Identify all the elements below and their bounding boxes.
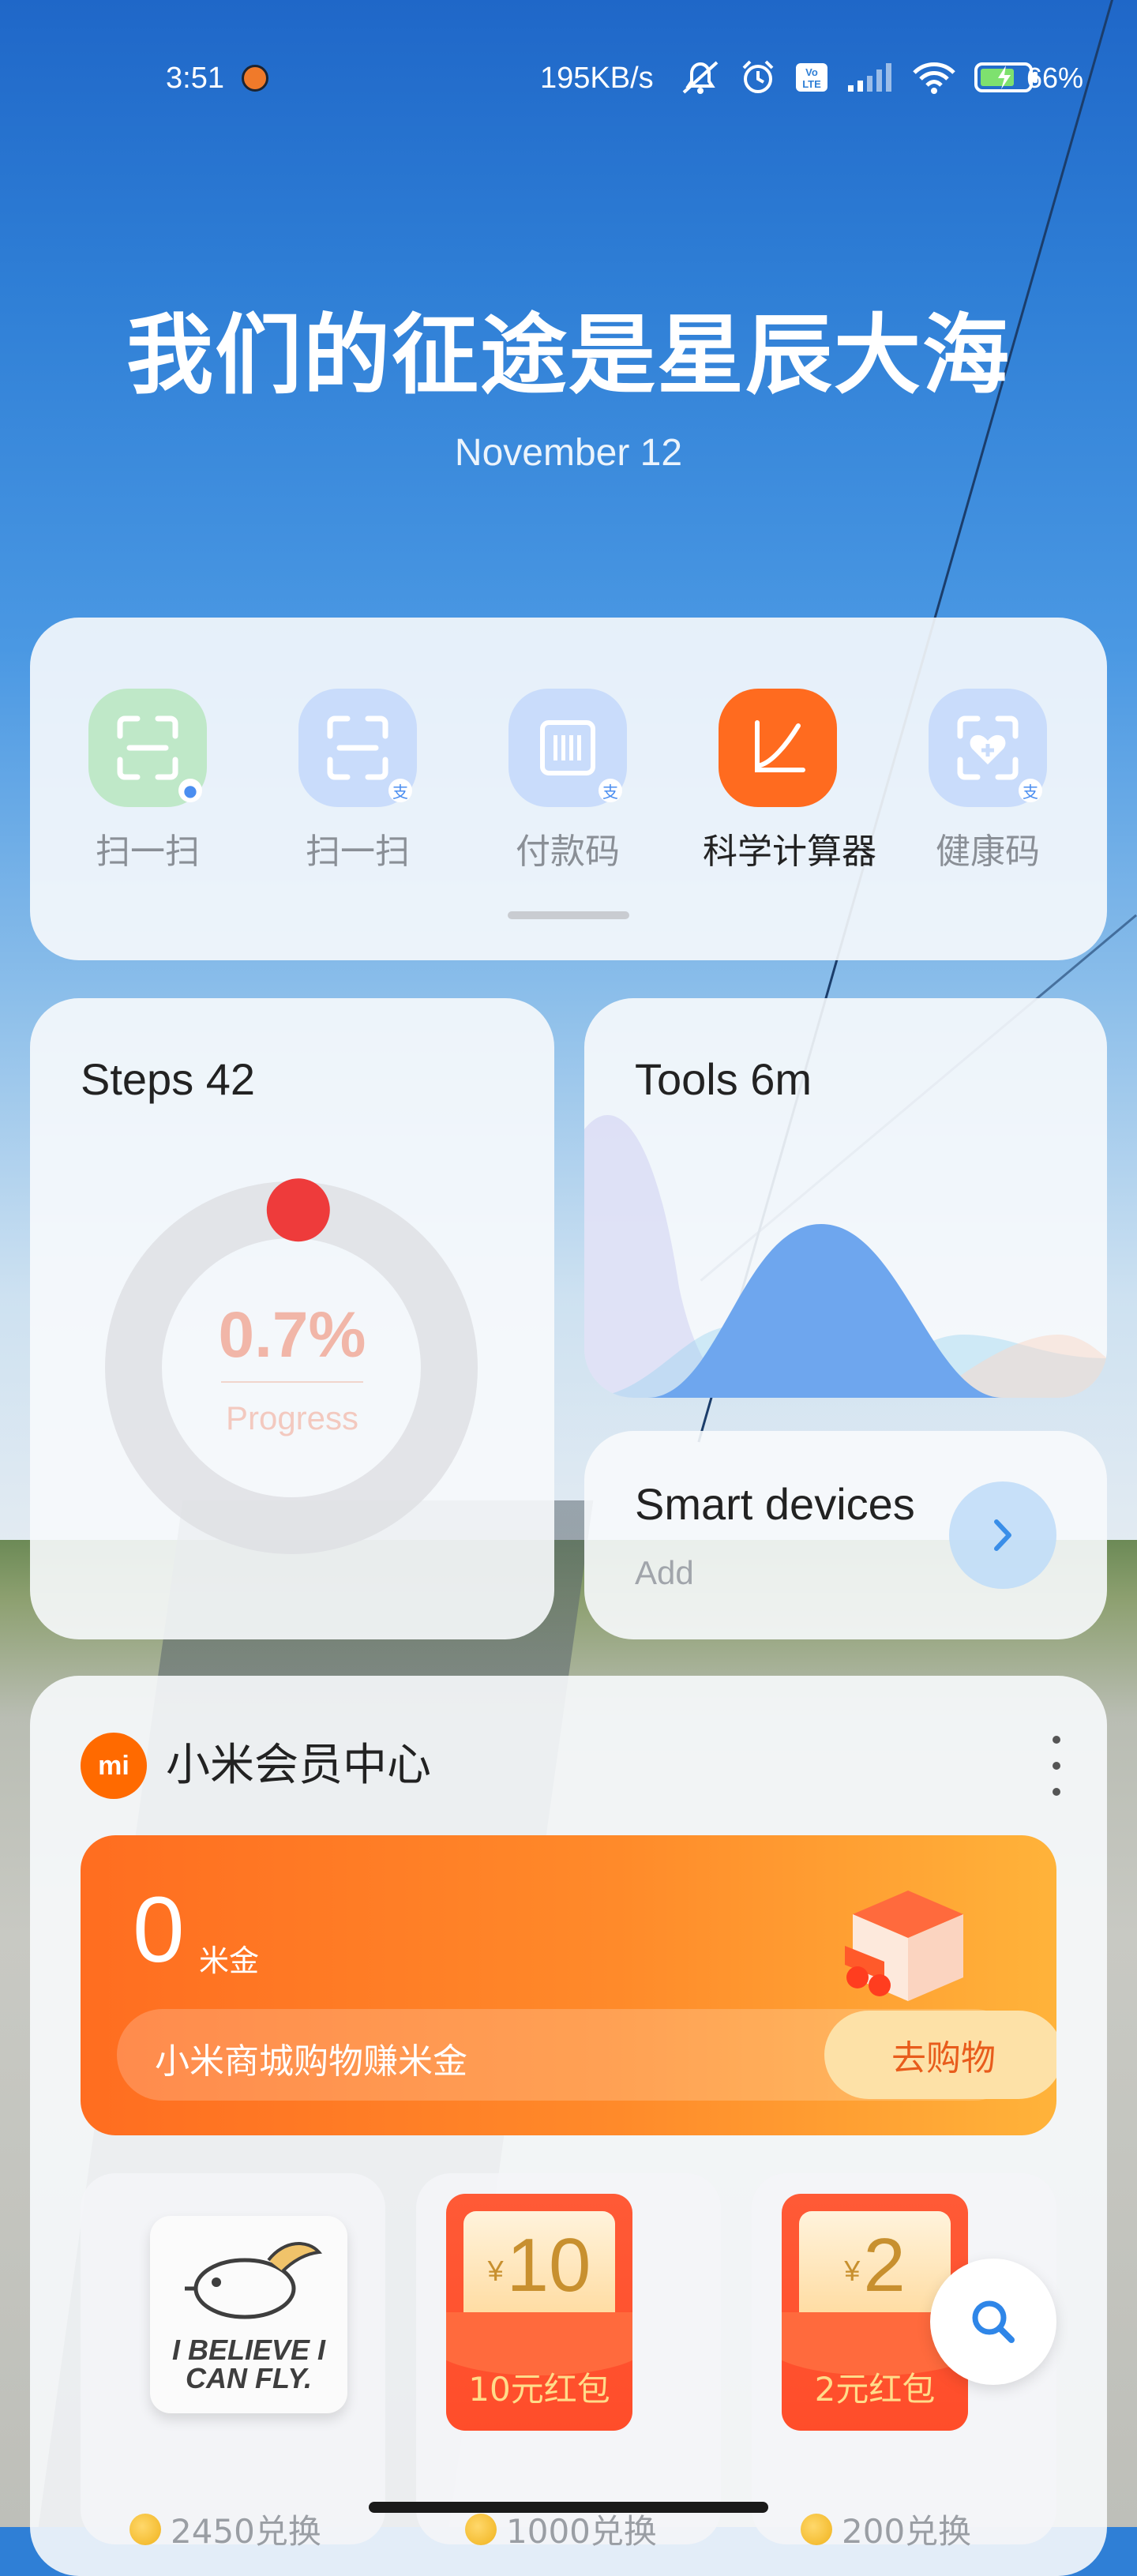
coin-icon xyxy=(801,2513,832,2545)
status-battery-level: 66% xyxy=(1026,62,1084,94)
more-options-icon[interactable] xyxy=(1049,1736,1064,1796)
smart-devices-add-button[interactable] xyxy=(949,1481,1056,1589)
smart-devices-subtitle: Add xyxy=(635,1554,694,1591)
wifi-icon xyxy=(913,62,955,94)
reward-cost: 200兑换 xyxy=(801,2505,971,2553)
search-button[interactable] xyxy=(930,2259,1056,2385)
member-title: 小米会员中心 xyxy=(166,1740,431,1791)
alipay-badge-icon: 支 xyxy=(388,779,412,802)
chevron-right-icon xyxy=(994,1519,1011,1551)
wechat-badge-icon: ● xyxy=(178,779,202,802)
shortcut-scientific-calculator[interactable]: 科学计算器 xyxy=(703,689,876,873)
xiaomi-member-card: mi 小米会员中心 0 米金 小米商城购物赚米金 去购物 I BELIEVE I… xyxy=(30,1676,1107,2576)
red-packet-icon: ¥10 10元红包 xyxy=(446,2194,632,2431)
shortcut-scan-wechat[interactable]: ● 扫一扫 xyxy=(73,689,223,873)
alarm-icon xyxy=(742,60,774,93)
shortcut-pay-code[interactable]: 支 付款码 xyxy=(493,689,643,873)
mi-points-banner[interactable]: 0 米金 小米商城购物赚米金 去购物 xyxy=(81,1835,1056,2135)
calculator-graph-icon xyxy=(719,689,837,807)
red-packet-label: 10元红包 xyxy=(468,2370,610,2409)
tools-card[interactable]: Tools 6m xyxy=(584,998,1107,1398)
shortcut-label: 付款码 xyxy=(516,832,620,872)
mi-points-unit: 米金 xyxy=(199,1943,260,1978)
status-net-speed: 195KB/s xyxy=(540,62,654,95)
shortcut-label: 科学计算器 xyxy=(703,832,876,872)
flying-pig-icon xyxy=(185,2242,323,2319)
signal-icon xyxy=(848,63,891,92)
pillow-image: I BELIEVE I CAN FLY. xyxy=(126,2203,347,2432)
notification-dot-icon xyxy=(242,65,268,92)
shortcut-health-code[interactable]: 支 健康码 xyxy=(913,689,1063,873)
steps-card[interactable]: Steps 42 0.7% Progress xyxy=(30,998,554,1639)
red-packet-yen: ¥ xyxy=(844,2254,861,2287)
red-packet-value: 2 xyxy=(863,2223,906,2308)
home-indicator[interactable] xyxy=(369,2502,768,2513)
alipay-badge-icon: 支 xyxy=(599,779,622,802)
smart-devices-title: Smart devices xyxy=(635,1479,915,1529)
steps-progress-marker xyxy=(266,1178,330,1242)
shortcut-label: 健康码 xyxy=(936,832,1040,872)
shop-store-icon xyxy=(845,1891,963,2001)
smart-devices-card[interactable]: Smart devices Add xyxy=(584,1431,1107,1639)
svg-text:LTE: LTE xyxy=(802,78,821,90)
steps-progress-value: 0.7% xyxy=(218,1299,366,1371)
shortcuts-card: ● 扫一扫 支 扫一扫 支 付款码 科学计算器 支 健康码 xyxy=(30,618,1107,960)
page-indicator xyxy=(508,911,629,919)
steps-progress-label: Progress xyxy=(225,1399,359,1436)
search-icon xyxy=(972,2300,1015,2343)
coin-icon xyxy=(129,2513,161,2545)
scan-icon: 支 xyxy=(298,689,417,807)
svg-text:Vo: Vo xyxy=(805,66,818,78)
barcode-icon: 支 xyxy=(508,689,627,807)
tools-usage-wave xyxy=(584,1114,1107,1398)
shortcut-label: 扫一扫 xyxy=(96,832,200,872)
reward-tile-red-packet-10[interactable]: ¥10 10元红包 1000兑换 xyxy=(416,2173,721,2551)
red-packet-yen: ¥ xyxy=(487,2254,504,2287)
page-title: 我们的征途是星辰大海 xyxy=(126,305,1011,406)
shortcut-scan-alipay[interactable]: 支 扫一扫 xyxy=(283,689,433,873)
status-time: 3:51 xyxy=(166,62,224,95)
pillow-text: I BELIEVE I CAN FLY. xyxy=(171,2334,326,2394)
reward-cost-label: 200兑换 xyxy=(842,2512,972,2551)
red-packet-value: 10 xyxy=(506,2223,591,2308)
scan-icon: ● xyxy=(88,689,207,807)
reward-tile-pillow[interactable]: I BELIEVE I CAN FLY. 2450兑换 xyxy=(81,2173,385,2551)
mute-icon xyxy=(682,61,719,94)
coin-icon xyxy=(465,2513,497,2545)
reward-cost: 2450兑换 xyxy=(129,2505,321,2553)
steps-title: Steps 42 xyxy=(81,1054,256,1104)
steps-progress-divider xyxy=(221,1381,363,1383)
shortcut-label: 扫一扫 xyxy=(306,832,410,872)
volte-icon: VoLTE xyxy=(796,63,827,92)
date-label: November 12 xyxy=(454,432,683,474)
mi-logo-icon: mi xyxy=(81,1733,147,1799)
alipay-badge-icon: 支 xyxy=(1019,779,1042,802)
mi-points-value: 0 xyxy=(133,1878,185,1982)
go-shopping-button[interactable]: 去购物 xyxy=(824,2011,1056,2099)
status-bar: 3:51 195KB/s Vo LTE 66% xyxy=(0,0,1137,158)
reward-cost-label: 2450兑换 xyxy=(171,2512,321,2551)
promo-text: 小米商城购物赚米金 xyxy=(155,2041,467,2082)
red-packet-label: 2元红包 xyxy=(814,2370,936,2409)
health-code-icon: 支 xyxy=(929,689,1047,807)
